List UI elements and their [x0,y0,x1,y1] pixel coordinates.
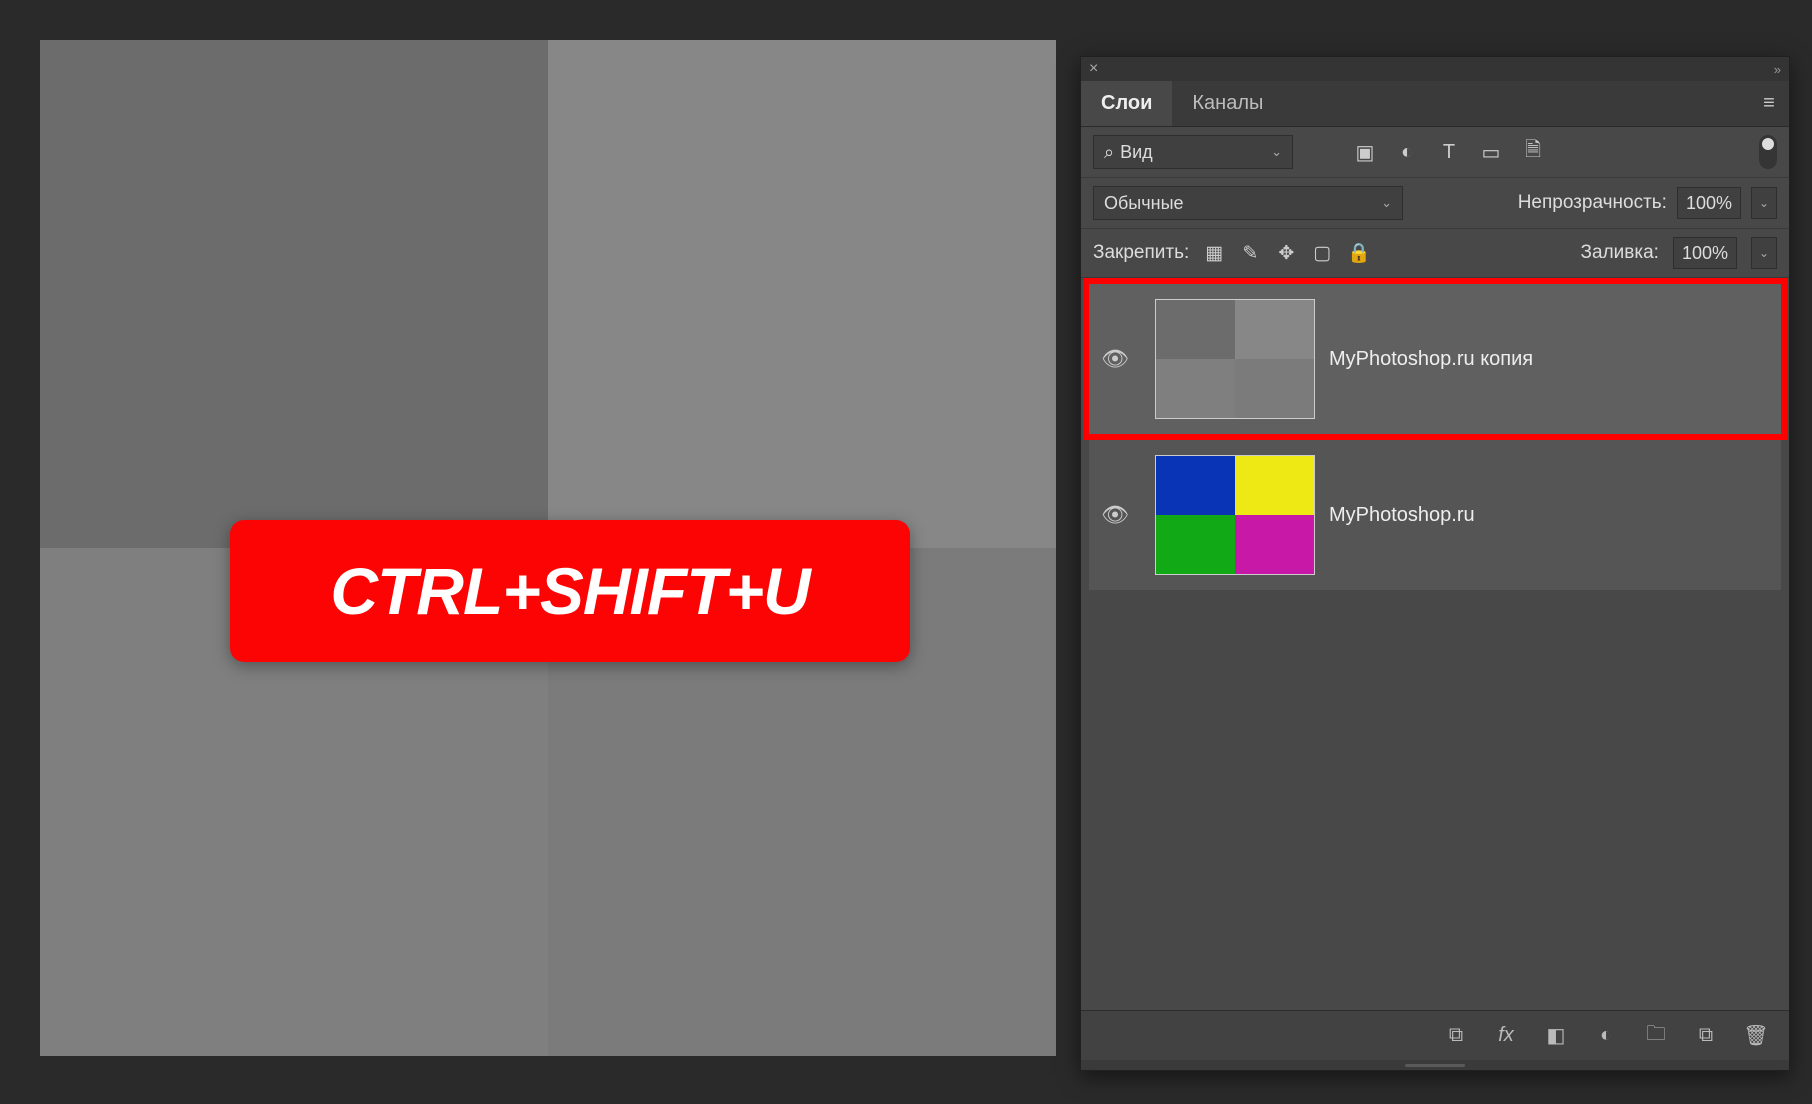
layers-bottom-toolbar: ⧉ fx ◧ ◐ 🗀 ⧉ 🗑 [1081,1010,1789,1060]
layer-row-copy[interactable]: 👁 MyPhotoshop.ru копия [1089,284,1781,434]
adjustment-layer-icon[interactable]: ◐ [1593,1024,1619,1047]
opacity-step[interactable]: ⌄ [1751,187,1777,219]
lock-pixels-icon[interactable]: ✎ [1239,242,1261,265]
layer-filter-row: ⌕ Вид ⌄ ▣ ◐ T ▭ 🗎 [1081,127,1789,178]
lock-transparency-icon[interactable]: ▦ [1203,242,1225,265]
filter-toggle[interactable] [1759,135,1777,169]
layer-row-original[interactable]: 👁 MyPhotoshop.ru [1089,440,1781,590]
layers-panel: × » Слои Каналы ≡ ⌕ Вид ⌄ ▣ ◐ T ▭ 🗎 Обыч… [1080,56,1790,1071]
fill-label[interactable]: Заливка: [1581,242,1659,264]
thumb-tl [1156,456,1235,515]
blend-mode-select[interactable]: Обычные ⌄ [1093,186,1403,220]
resize-handle[interactable] [1081,1060,1789,1070]
fx-icon[interactable]: fx [1493,1024,1519,1047]
filter-smart-icon[interactable]: 🗎 [1521,141,1545,163]
filter-pixel-icon[interactable]: ▣ [1353,141,1377,163]
canvas-quad-tr [548,40,1056,548]
filter-shape-icon[interactable]: ▭ [1479,141,1503,163]
shortcut-overlay: CTRL+SHIFT+U [230,520,910,662]
tab-channels[interactable]: Каналы [1172,81,1283,126]
canvas[interactable]: CTRL+SHIFT+U [40,40,1056,1056]
layers-list: 👁 MyPhotoshop.ru копия 👁 MyPhotoshop.ru [1081,278,1789,1010]
layer-thumbnail[interactable] [1155,455,1315,575]
lock-label: Закрепить: [1093,242,1189,264]
layer-name[interactable]: MyPhotoshop.ru копия [1329,348,1533,371]
tab-layers[interactable]: Слои [1081,81,1172,126]
thumb-br [1235,359,1314,418]
thumb-tl [1156,300,1235,359]
layer-name[interactable]: MyPhotoshop.ru [1329,504,1475,527]
filter-type-icon[interactable]: T [1437,141,1461,163]
blend-mode-label: Обычные [1104,193,1184,214]
mask-icon[interactable]: ◧ [1543,1023,1569,1048]
opacity-label[interactable]: Непрозрачность: [1518,192,1667,214]
delete-icon[interactable]: 🗑 [1743,1023,1769,1048]
lock-all-icon[interactable]: 🔒 [1347,241,1369,265]
chevron-down-icon: ⌄ [1369,195,1392,211]
thumb-bl [1156,515,1235,574]
lock-position-icon[interactable]: ✥ [1275,242,1297,265]
blend-row: Обычные ⌄ Непрозрачность: 100% ⌄ [1081,178,1789,229]
thumb-tr [1235,300,1314,359]
search-icon: ⌕ [1104,142,1114,163]
filter-kind-label: Вид [1120,142,1153,163]
filter-adjust-icon[interactable]: ◐ [1395,141,1419,163]
shortcut-text: CTRL+SHIFT+U [330,553,809,629]
panel-tabs: Слои Каналы ≡ [1081,81,1789,127]
layer-thumbnail[interactable] [1155,299,1315,419]
thumb-br [1235,515,1314,574]
chevron-down-icon: ⌄ [1259,144,1282,160]
panel-titlebar[interactable]: × » [1081,57,1789,81]
lock-artboard-icon[interactable]: ▢ [1311,242,1333,265]
opacity-value[interactable]: 100% [1677,187,1741,219]
lock-row: Закрепить: ▦ ✎ ✥ ▢ 🔒 Заливка: 100% ⌄ [1081,229,1789,278]
close-icon[interactable]: × [1089,60,1098,78]
group-icon[interactable]: 🗀 [1643,1019,1669,1053]
canvas-quad-tl [40,40,548,548]
visibility-toggle[interactable]: 👁 [1089,346,1141,372]
visibility-toggle[interactable]: 👁 [1089,502,1141,528]
new-layer-icon[interactable]: ⧉ [1693,1024,1719,1047]
panel-menu-icon[interactable]: ≡ [1749,81,1789,126]
link-layers-icon[interactable]: ⧉ [1443,1024,1469,1047]
fill-value[interactable]: 100% [1673,237,1737,269]
collapse-icon[interactable]: » [1774,62,1781,77]
fill-step[interactable]: ⌄ [1751,237,1777,269]
thumb-tr [1235,456,1314,515]
filter-kind-select[interactable]: ⌕ Вид ⌄ [1093,135,1293,169]
thumb-bl [1156,359,1235,418]
filter-type-icons: ▣ ◐ T ▭ 🗎 [1353,141,1545,163]
